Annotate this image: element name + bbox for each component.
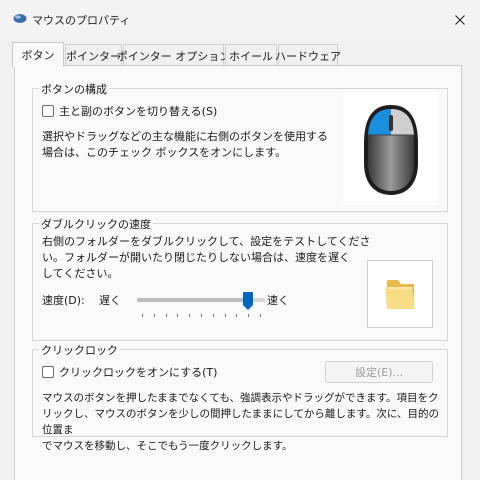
close-icon — [455, 15, 465, 25]
title-bar: マウスのプロパティ — [0, 0, 480, 40]
click-lock-label: クリックロックをオンにする(T) — [59, 366, 218, 379]
slider-tick — [154, 314, 155, 317]
slider-tick — [177, 314, 178, 317]
slider-fill — [137, 298, 248, 302]
tab-panel: ボタンの構成 主と副のボタンを切り替える(S) 選択やドラッグなどの主な機能に右… — [14, 65, 462, 480]
desc-line: でマウスを移動し、そこでもう一度クリックします。 — [42, 440, 293, 452]
slider-tick — [225, 314, 226, 317]
click-lock-settings-button[interactable]: 設定(E)... — [325, 361, 433, 383]
fast-label: 速く — [267, 294, 289, 307]
close-button[interactable] — [448, 8, 472, 32]
slider-tick — [142, 314, 143, 317]
button-label: 設定(E)... — [354, 366, 404, 379]
slider-tick — [213, 314, 214, 317]
folder-icon — [385, 280, 415, 309]
tab-pointer-options[interactable]: ポインター オプション — [117, 44, 230, 66]
group-legend: ボタンの構成 — [39, 81, 109, 97]
test-folder[interactable] — [367, 260, 433, 328]
window-title: マウスのプロパティ — [32, 14, 131, 27]
tab-label: ホイール — [229, 49, 273, 63]
slider-tick — [189, 314, 190, 317]
swap-buttons-label: 主と副のボタンを切り替える(S) — [59, 105, 218, 118]
slider-tick — [236, 314, 237, 317]
desc-line: 場合は、このチェック ボックスをオンにします。 — [42, 146, 287, 159]
tab-pointer[interactable]: ポインター — [65, 44, 122, 66]
group-legend: ダブルクリックの速度 — [39, 216, 153, 232]
tab-label: ボタン — [21, 49, 55, 62]
desc-line: 右側のフォルダーをダブルクリックして、設定をテストしてくださ — [42, 235, 371, 248]
desc-line: い。フォルダーが開いたり閉じたりしない場合は、速度を遅く — [42, 251, 350, 264]
slider-tick — [260, 314, 261, 317]
click-lock-checkbox[interactable]: クリックロックをオンにする(T) — [42, 364, 217, 380]
swap-buttons-checkbox[interactable]: 主と副のボタンを切り替える(S) — [42, 103, 217, 119]
tab-label: ポインター オプション — [116, 49, 231, 63]
double-click-description: 右側のフォルダーをダブルクリックして、設定をテストしてくださ い。フォルダーが開… — [42, 234, 370, 282]
click-lock-description: マウスのボタンを押したままでなくても、強調表示やドラッグができます。項目をク リ… — [42, 390, 447, 454]
checkbox-box[interactable] — [42, 366, 54, 378]
checkbox-box[interactable] — [42, 105, 54, 117]
desc-line: 選択やドラッグなどの主な機能に右側のボタンを使用する — [42, 130, 328, 143]
slider-thumb[interactable] — [243, 292, 253, 310]
tab-hardware[interactable]: ハードウェア — [275, 44, 341, 66]
tab-buttons[interactable]: ボタン — [12, 42, 64, 67]
mouse-icon — [13, 13, 27, 24]
tab-label: ポインター — [66, 49, 121, 63]
desc-line: リックし、マウスのボタンを少しの間押したままにしてから離します。次に、目的の位置… — [42, 408, 440, 436]
desc-line: してください。 — [42, 267, 119, 280]
mouse-image — [343, 93, 439, 205]
slow-label: 遅く — [99, 294, 121, 307]
speed-slider[interactable] — [137, 292, 265, 318]
button-config-description: 選択やドラッグなどの主な機能に右側のボタンを使用する 場合は、このチェック ボッ… — [42, 129, 328, 161]
speed-label: 速度(D): — [42, 294, 85, 307]
desc-line: マウスのボタンを押したままでなくても、強調表示やドラッグができます。項目をク — [42, 392, 439, 404]
group-legend: クリックロック — [39, 342, 120, 358]
tab-label: ハードウェア — [275, 49, 341, 63]
double-click-group: ダブルクリックの速度 右側のフォルダーをダブルクリックして、設定をテストしてくだ… — [32, 216, 448, 341]
button-config-group: ボタンの構成 主と副のボタンを切り替える(S) 選択やドラッグなどの主な機能に右… — [32, 81, 448, 212]
slider-tick — [248, 314, 249, 317]
slider-ticks — [137, 314, 265, 318]
tab-wheel[interactable]: ホイール — [225, 44, 277, 66]
click-lock-group: クリックロック クリックロックをオンにする(T) 設定(E)... マウスのボタ… — [32, 342, 448, 452]
slider-tick — [166, 314, 167, 317]
slider-tick — [201, 314, 202, 317]
